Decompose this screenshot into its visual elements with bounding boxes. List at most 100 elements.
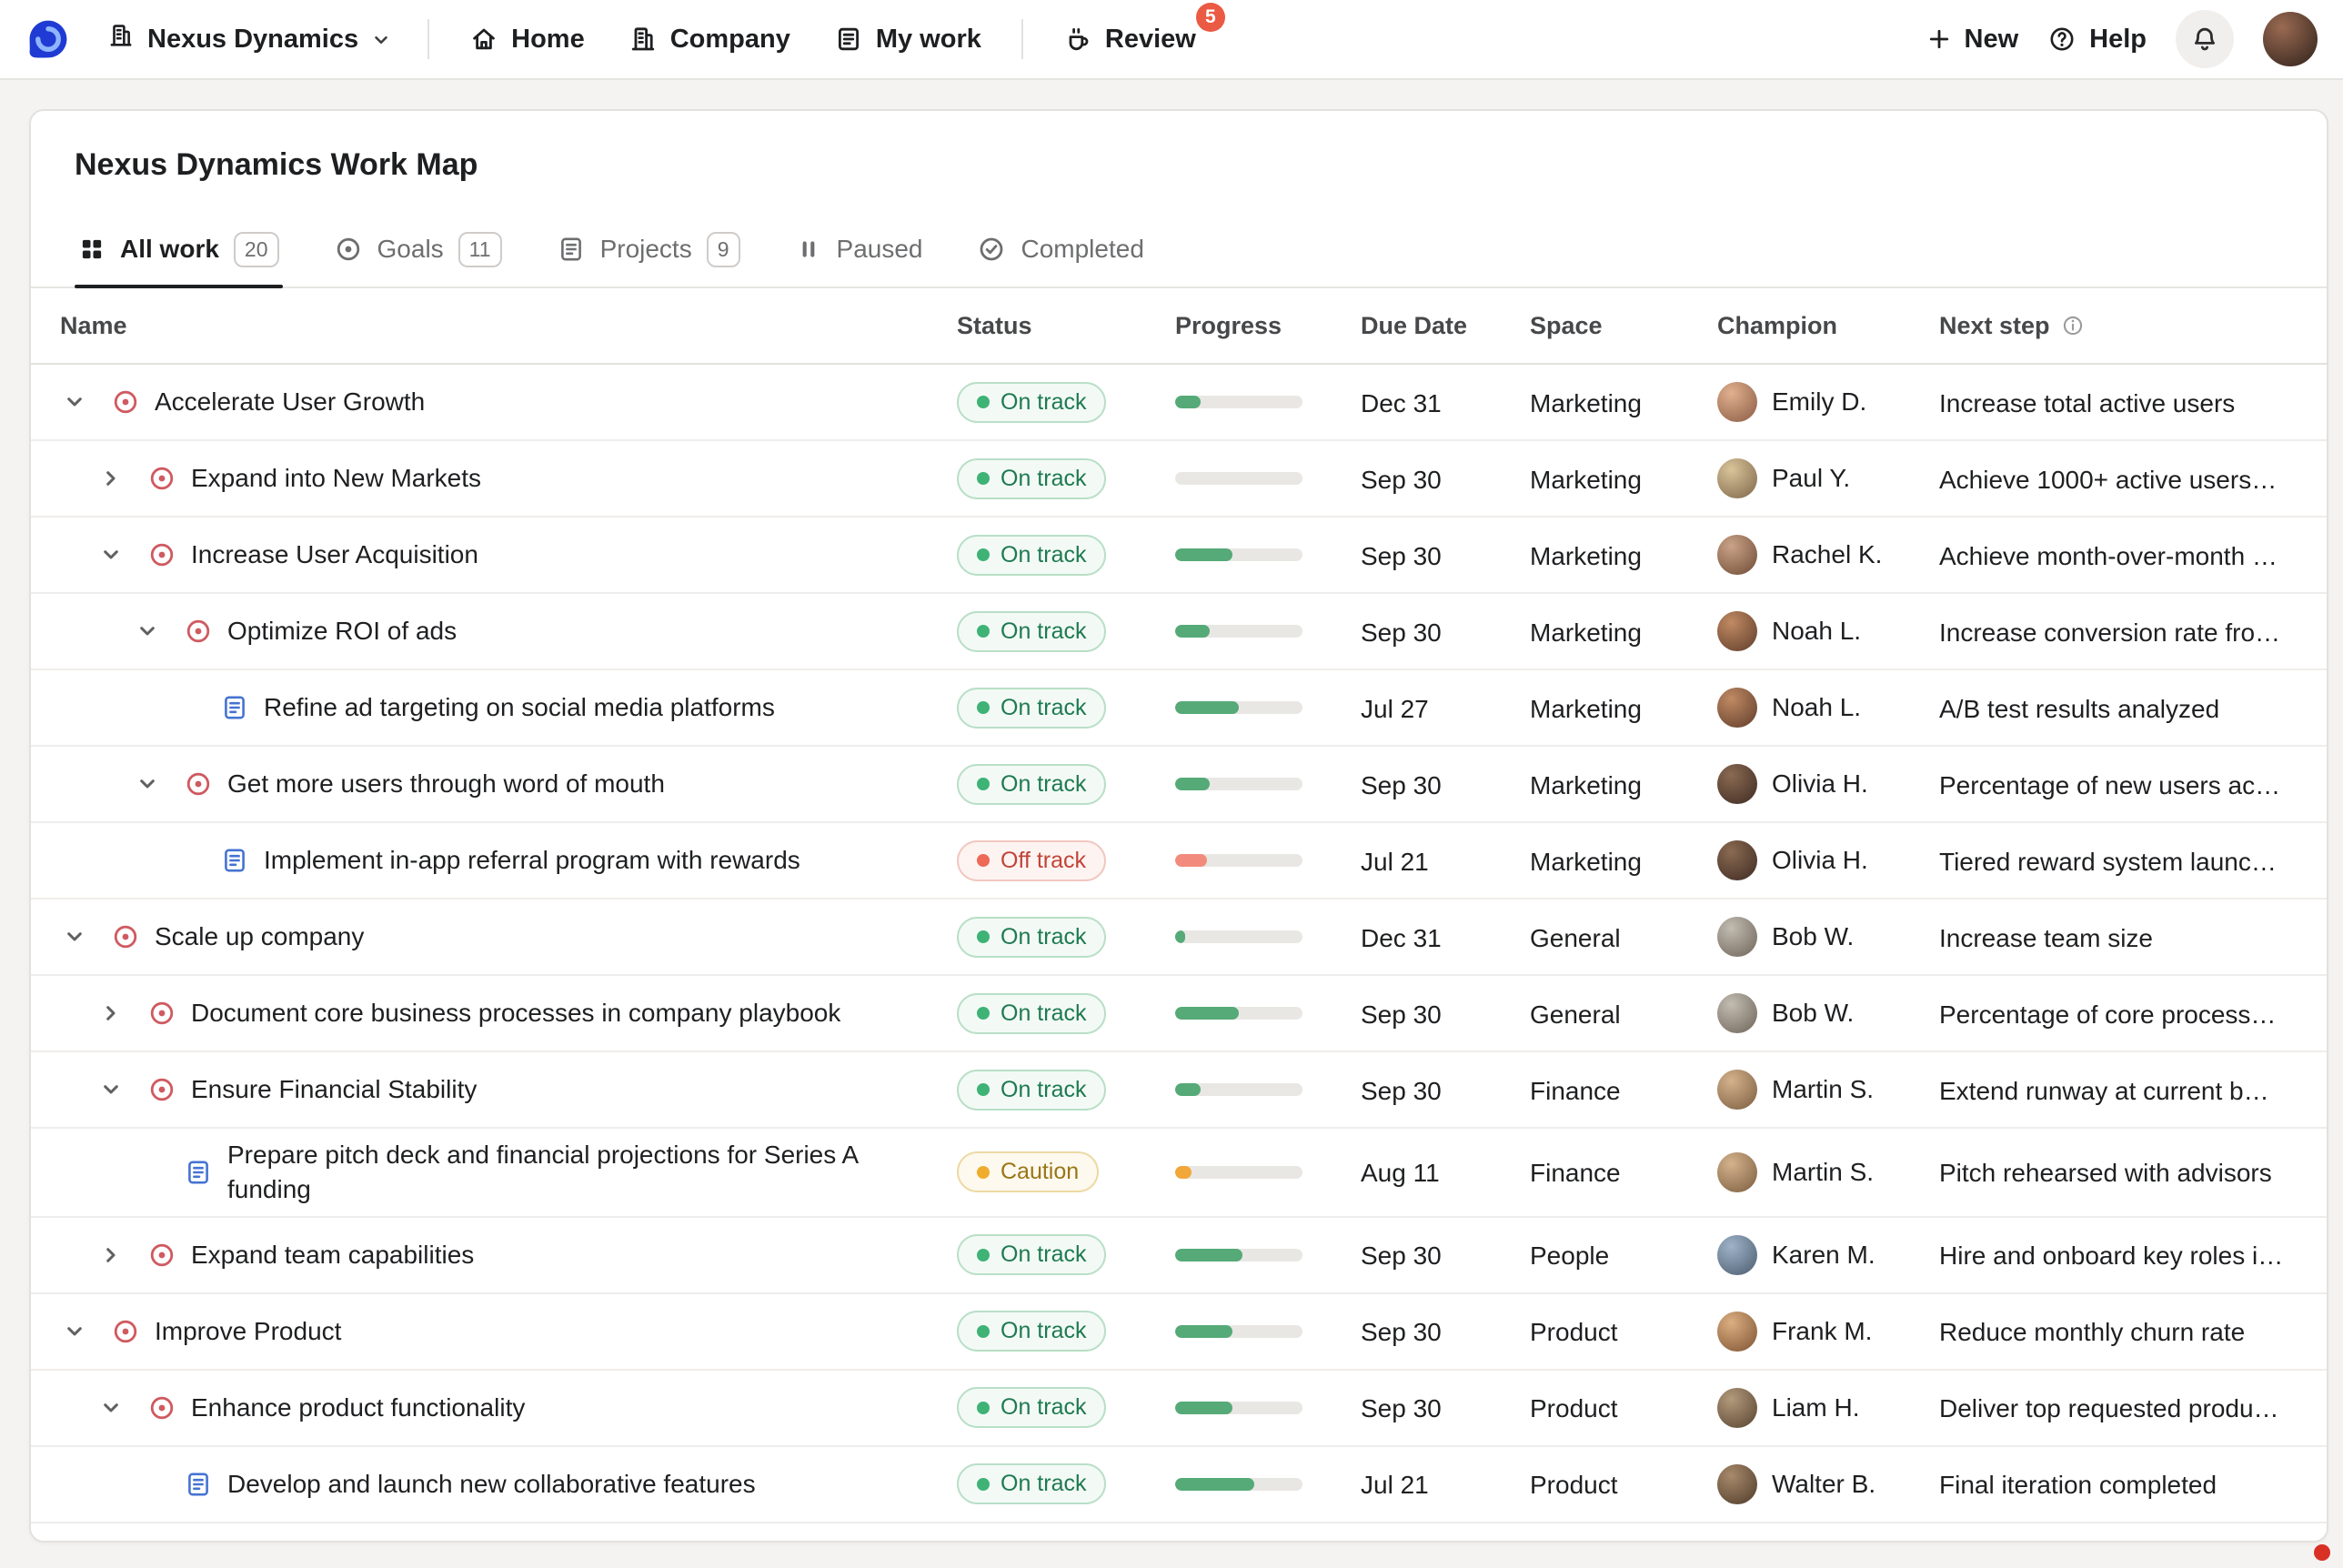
goal-icon <box>334 235 363 264</box>
due-date: Sep 30 <box>1361 1000 1442 1029</box>
table-row[interactable]: Implement in-app referral program with r… <box>31 823 2327 900</box>
column-label: Status <box>957 312 1032 340</box>
next-step-cell: Extend runway at current b… <box>1939 1073 2327 1107</box>
progress-fill <box>1175 701 1239 714</box>
chevron-right-icon[interactable] <box>93 460 129 497</box>
row-name[interactable]: Implement in-app referral program with r… <box>264 843 800 878</box>
tab-completed[interactable]: Completed <box>973 212 1147 286</box>
tab-projects[interactable]: Projects9 <box>553 212 744 286</box>
project-icon <box>220 846 249 875</box>
progress-bar <box>1175 701 1302 714</box>
next-step-cell: Percentage of core process… <box>1939 997 2327 1030</box>
chevron-spacer <box>166 689 202 726</box>
chevron-right-icon[interactable] <box>93 1237 129 1273</box>
avatar <box>1717 1235 1757 1275</box>
table-row[interactable]: Document core business processes in comp… <box>31 976 2327 1052</box>
due-date-cell: Sep 30 <box>1361 997 1530 1030</box>
row-name[interactable]: Document core business processes in comp… <box>191 996 840 1030</box>
table-row[interactable]: Expand team capabilitiesOn trackSep 30Pe… <box>31 1218 2327 1294</box>
table-row[interactable]: Refine ad targeting on social media plat… <box>31 670 2327 747</box>
progress-fill <box>1175 930 1185 943</box>
help-button[interactable]: Help <box>2047 25 2147 55</box>
avatar <box>1717 1152 1757 1192</box>
nav-review[interactable]: Review 5 <box>1045 14 1214 65</box>
table-row[interactable]: Develop and launch new collaborative fea… <box>31 1447 2327 1523</box>
org-switcher[interactable]: Nexus Dynamics <box>93 11 406 67</box>
table-row[interactable]: Optimize ROI of adsOn trackSep 30Marketi… <box>31 594 2327 670</box>
new-button[interactable]: New <box>1926 25 2019 55</box>
status-dot-icon <box>977 1083 990 1096</box>
avatar <box>1717 1464 1757 1504</box>
chevron-down-icon[interactable] <box>56 919 93 955</box>
row-name[interactable]: Develop and launch new collaborative fea… <box>227 1467 756 1502</box>
due-date-cell: Sep 30 <box>1361 1073 1530 1107</box>
table-row[interactable]: Accelerate User GrowthOn trackDec 31Mark… <box>31 365 2327 441</box>
nav-my-work[interactable]: My work <box>816 14 1000 65</box>
due-date: Jul 27 <box>1361 695 1429 723</box>
status-cell: Caution <box>957 1151 1175 1192</box>
notifications-button[interactable] <box>2176 10 2234 68</box>
table-row[interactable]: Enhance product functionalityOn trackSep… <box>31 1371 2327 1447</box>
row-name[interactable]: Enhance product functionality <box>191 1391 525 1425</box>
nav-company[interactable]: Company <box>610 14 809 65</box>
progress-bar <box>1175 1166 1302 1179</box>
row-name[interactable]: Expand into New Markets <box>191 461 481 496</box>
row-name[interactable]: Get more users through word of mouth <box>227 767 665 801</box>
progress-fill <box>1175 548 1232 561</box>
chevron-spacer <box>166 842 202 879</box>
row-name[interactable]: Increase User Acquisition <box>191 538 478 572</box>
table-row[interactable]: Improve ProductOn trackSep 30ProductFran… <box>31 1294 2327 1371</box>
table-row[interactable]: Expand into New MarketsOn trackSep 30Mar… <box>31 441 2327 518</box>
row-name[interactable]: Optimize ROI of ads <box>227 614 457 648</box>
row-name[interactable]: Ensure Financial Stability <box>191 1072 477 1107</box>
chevron-down-icon[interactable] <box>129 613 166 649</box>
row-name[interactable]: Refine ad targeting on social media plat… <box>264 690 775 725</box>
chevron-down-icon[interactable] <box>93 1390 129 1426</box>
status-dot-icon <box>977 1325 990 1338</box>
info-icon[interactable] <box>2061 314 2085 337</box>
tab-all-work[interactable]: All work20 <box>75 212 283 286</box>
table-row[interactable]: Get more users through word of mouth On t… <box>31 747 2327 823</box>
chevron-down-icon <box>371 30 391 50</box>
table-row[interactable]: Prepare pitch deck and financial project… <box>31 1129 2327 1218</box>
due-date: Sep 30 <box>1361 466 1442 494</box>
tab-label: Completed <box>1021 235 1143 264</box>
row-name[interactable]: Scale up company <box>155 920 364 954</box>
goal-icon <box>147 1393 176 1422</box>
space-cell: Marketing <box>1530 615 1717 648</box>
goal-icon <box>147 540 176 569</box>
chevron-down-icon[interactable] <box>56 1313 93 1350</box>
name-cell: Develop and launch new collaborative fea… <box>31 1457 957 1512</box>
chevron-down-icon[interactable] <box>129 766 166 802</box>
nav-review-label: Review <box>1105 25 1196 55</box>
chevron-down-icon[interactable] <box>56 384 93 420</box>
table-row[interactable]: Scale up companyOn trackDec 31GeneralBob… <box>31 900 2327 976</box>
space-cell: Product <box>1530 1314 1717 1348</box>
status-cell: On track <box>957 764 1175 805</box>
project-icon <box>557 235 586 264</box>
row-name[interactable]: Expand team capabilities <box>191 1238 474 1272</box>
next-step: Percentage of core process… <box>1939 1000 2308 1029</box>
status-dot-icon <box>977 778 990 790</box>
status-badge: On track <box>957 688 1106 729</box>
chevron-spacer <box>129 1466 166 1503</box>
row-name[interactable]: Accelerate User Growth <box>155 385 425 419</box>
space-name: Product <box>1530 1471 1618 1499</box>
name-cell: Get more users through word of mouth <box>31 757 957 811</box>
chevron-down-icon[interactable] <box>93 537 129 573</box>
chevron-down-icon[interactable] <box>93 1071 129 1108</box>
due-date: Jul 21 <box>1361 1471 1429 1499</box>
user-avatar[interactable] <box>2263 12 2318 66</box>
tab-paused[interactable]: Paused <box>791 212 927 286</box>
row-name[interactable]: Prepare pitch deck and financial project… <box>227 1138 935 1207</box>
next-step: Reduce monthly churn rate <box>1939 1318 2278 1346</box>
row-name[interactable]: Improve Product <box>155 1314 341 1349</box>
table-row[interactable]: Increase User AcquisitionOn trackSep 30M… <box>31 518 2327 594</box>
app-logo-icon[interactable] <box>25 16 71 62</box>
status-cell: On track <box>957 993 1175 1034</box>
tab-goals[interactable]: Goals11 <box>330 212 506 286</box>
nav-home[interactable]: Home <box>451 14 603 65</box>
chevron-right-icon[interactable] <box>93 995 129 1031</box>
table-row[interactable]: Ensure Financial StabilityOn trackSep 30… <box>31 1052 2327 1129</box>
champion-cell: Karen M. <box>1717 1235 1939 1275</box>
